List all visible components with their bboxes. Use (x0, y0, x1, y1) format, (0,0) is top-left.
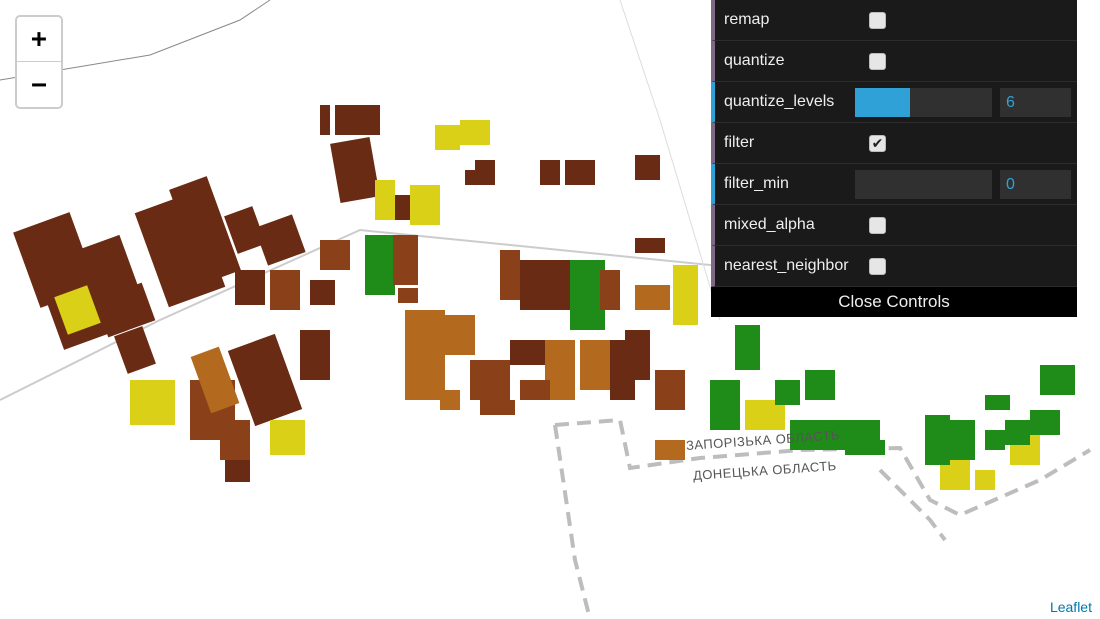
field-polygon (393, 235, 418, 285)
field-polygon (405, 310, 445, 400)
control-label: quantize_levels (724, 93, 835, 110)
control-row-mixed-alpha[interactable]: mixed_alpha (711, 205, 1077, 246)
field-polygon (540, 160, 560, 185)
field-polygon (460, 120, 490, 145)
field-polygon (470, 360, 510, 400)
close-controls-button[interactable]: Close Controls (711, 287, 1077, 317)
field-polygon (445, 315, 475, 355)
quantize-levels-input[interactable]: 6 (1000, 87, 1071, 117)
field-polygon (320, 105, 330, 135)
field-polygon (975, 470, 995, 490)
field-polygon (635, 238, 665, 253)
field-polygon (570, 260, 605, 330)
field-polygon (330, 136, 380, 204)
field-polygon (510, 340, 545, 365)
remap-checkbox[interactable] (869, 11, 886, 29)
field-polygon (710, 380, 740, 430)
control-row-remap[interactable]: remap (711, 0, 1077, 41)
field-polygon (270, 420, 305, 455)
control-row-quantize[interactable]: quantize (711, 41, 1077, 82)
field-polygon (985, 430, 1005, 450)
quantize-levels-slider[interactable] (855, 87, 992, 117)
field-polygon (320, 240, 350, 270)
field-polygon (465, 170, 480, 185)
field-polygon (805, 370, 835, 400)
control-row-nearest-neighbor[interactable]: nearest_neighbor (711, 246, 1077, 287)
field-polygon (335, 105, 380, 135)
field-polygon (225, 460, 250, 482)
field-polygon (1005, 420, 1030, 445)
field-polygon (500, 250, 520, 300)
field-polygon (410, 185, 440, 225)
field-polygon (300, 330, 330, 380)
zoom-in-button[interactable]: + (17, 17, 61, 62)
field-polygon (735, 325, 760, 370)
check-icon: ✔ (871, 134, 884, 151)
oblast-border (878, 468, 947, 542)
filter-min-slider[interactable] (855, 169, 992, 199)
mixed-alpha-checkbox[interactable] (869, 216, 886, 234)
field-polygon (655, 440, 685, 460)
field-polygon (310, 280, 335, 305)
field-polygon (227, 333, 303, 427)
field-polygon (1040, 365, 1075, 395)
control-label: nearest_neighbor (724, 257, 849, 274)
field-polygon (114, 326, 156, 374)
field-polygon (925, 415, 950, 465)
field-polygon (635, 155, 660, 180)
control-row-filter-min[interactable]: filter_min 0 (711, 164, 1077, 205)
control-label: quantize (724, 52, 785, 69)
field-polygon (845, 440, 885, 455)
oblast-border (553, 424, 592, 619)
zoom-out-button[interactable]: − (17, 62, 61, 107)
field-polygon (985, 395, 1010, 410)
controls-panel: remap quantize quantize_levels 6 filter … (711, 0, 1077, 317)
filter-checkbox[interactable]: ✔ (869, 134, 886, 152)
field-polygon (673, 265, 698, 325)
field-polygon (520, 380, 550, 400)
field-polygon (365, 235, 395, 295)
field-polygon (375, 180, 395, 220)
nearest-neighbor-checkbox[interactable] (869, 257, 886, 275)
control-label: filter_min (724, 175, 789, 192)
slider-fill (855, 87, 910, 117)
field-polygon (235, 270, 265, 305)
field-polygon (1030, 410, 1060, 435)
control-label: mixed_alpha (724, 216, 815, 233)
field-polygon (220, 420, 250, 460)
field-polygon (130, 380, 175, 425)
field-polygon (480, 400, 515, 415)
control-label: remap (724, 11, 770, 28)
field-polygon (655, 370, 685, 410)
field-polygon (398, 288, 418, 303)
control-label: filter (724, 134, 755, 151)
control-row-quantize-levels[interactable]: quantize_levels 6 (711, 82, 1077, 123)
filter-min-input[interactable]: 0 (1000, 169, 1071, 199)
field-polygon (435, 125, 460, 150)
field-polygon (270, 270, 300, 310)
zoom-control: + − (15, 15, 63, 109)
control-row-filter[interactable]: filter ✔ (711, 123, 1077, 164)
field-polygon (565, 160, 595, 185)
field-polygon (625, 330, 650, 380)
attribution-link[interactable]: Leaflet (1047, 599, 1094, 615)
quantize-checkbox[interactable] (869, 52, 886, 70)
field-polygon (775, 380, 800, 405)
field-polygon (600, 270, 620, 310)
field-polygon (440, 390, 460, 410)
field-polygon (580, 340, 610, 390)
field-polygon (635, 285, 670, 310)
